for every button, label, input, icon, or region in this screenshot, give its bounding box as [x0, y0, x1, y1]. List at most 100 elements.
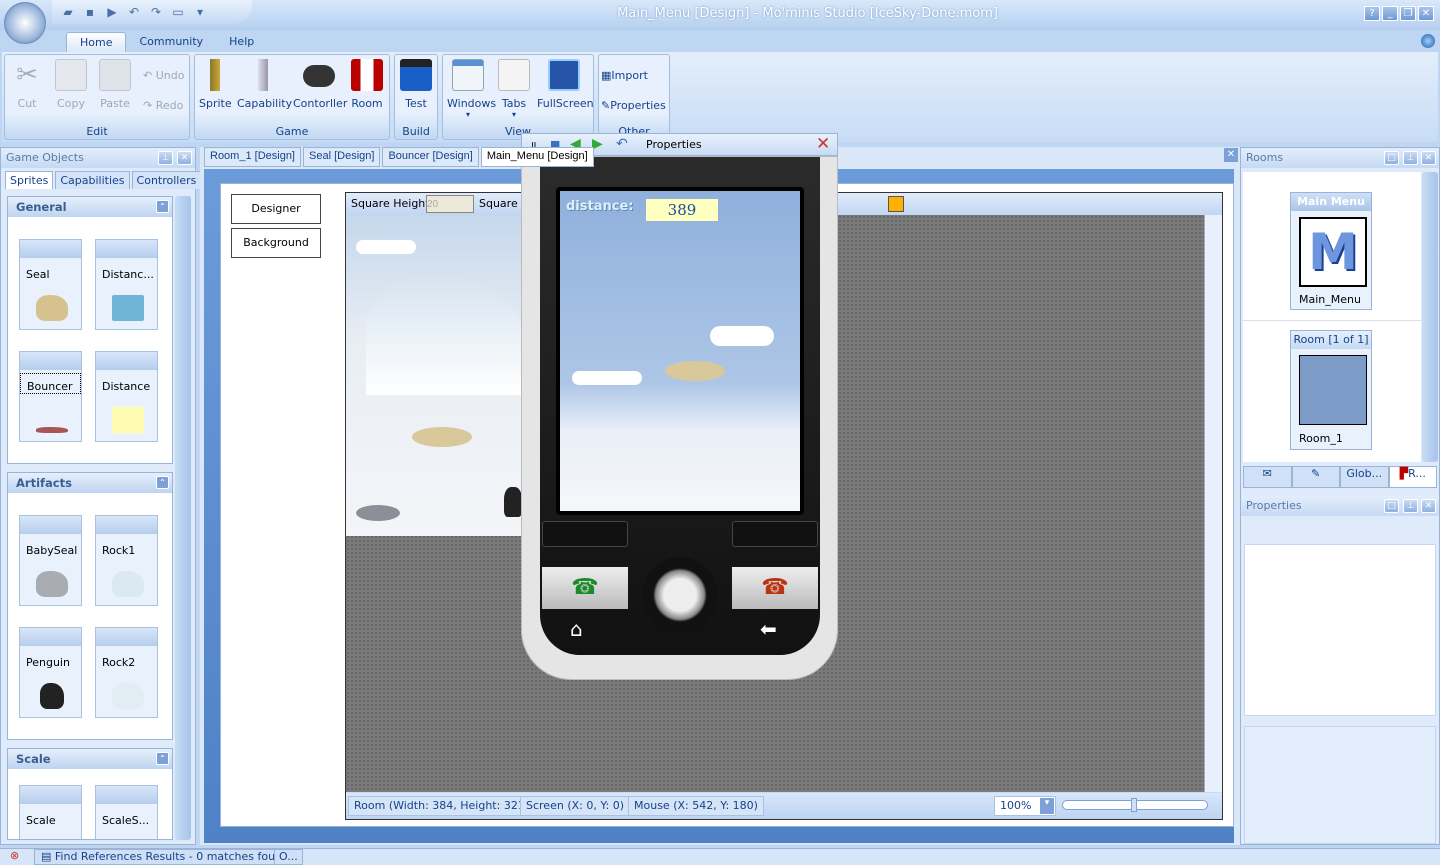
- pin-icon[interactable]: ⊥: [1403, 151, 1418, 165]
- close-panel-icon[interactable]: ✕: [1421, 151, 1436, 165]
- test-clapper-icon[interactable]: ▶: [104, 4, 120, 20]
- globe-icon[interactable]: [1421, 34, 1435, 48]
- right-soft-key[interactable]: [732, 521, 818, 547]
- tab-sounds[interactable]: ✉: [1243, 466, 1292, 488]
- restore-button[interactable]: ❐: [1400, 6, 1416, 21]
- help-window-button[interactable]: ?: [1364, 6, 1380, 21]
- paste-button[interactable]: Paste: [97, 59, 133, 110]
- tabs-button[interactable]: Tabs ▾: [497, 59, 531, 119]
- rooms-scrollbar[interactable]: [1422, 172, 1438, 462]
- pin-icon[interactable]: ⊥: [158, 151, 173, 165]
- tab-sprites[interactable]: Sprites: [5, 171, 54, 189]
- maximize-panel-icon[interactable]: □: [1384, 499, 1399, 513]
- section-header[interactable]: General ⌃: [8, 197, 172, 217]
- output-tab[interactable]: O...: [274, 849, 303, 865]
- minimize-button[interactable]: _: [1382, 6, 1398, 21]
- close-button[interactable]: ✕: [1418, 6, 1434, 21]
- center-dpad-button[interactable]: [642, 557, 718, 633]
- doc-tab-seal[interactable]: Seal [Design]: [303, 147, 381, 167]
- music-icon[interactable]: [888, 196, 904, 212]
- tab-paint[interactable]: ✎: [1291, 466, 1340, 488]
- undo-button[interactable]: ↶ Undo: [143, 69, 184, 82]
- redo-button[interactable]: ↷ Redo: [143, 99, 183, 112]
- controller-button[interactable]: Contorller: [293, 59, 347, 110]
- find-references-tab[interactable]: ▤ Find References Results - 0 matches fo…: [34, 849, 297, 865]
- room-card-room1[interactable]: Room [1 of 1] Room_1: [1290, 330, 1372, 450]
- room-button[interactable]: Room: [351, 59, 383, 110]
- phone-screen[interactable]: distance: 389: [556, 187, 804, 515]
- back-icon[interactable]: ⬅: [760, 617, 777, 641]
- windows-button[interactable]: Windows ▾: [447, 59, 496, 119]
- section-header[interactable]: Artifacts ⌃: [8, 473, 172, 493]
- babyseal-sprite[interactable]: [356, 505, 400, 521]
- import-button[interactable]: ▦Import: [601, 69, 648, 82]
- close-panel-icon[interactable]: ✕: [1421, 499, 1436, 513]
- capability-button[interactable]: Capability: [237, 59, 292, 110]
- properties-button[interactable]: ✎Properties: [601, 99, 666, 112]
- sprite-card-distance[interactable]: Distance: [95, 351, 158, 442]
- save-icon[interactable]: ▪: [82, 4, 98, 20]
- section-header[interactable]: Scale ⌃: [8, 749, 172, 769]
- refresh-icon[interactable]: ↶: [616, 136, 628, 152]
- tab-community[interactable]: Community: [126, 32, 216, 52]
- doc-tab-room1[interactable]: Room_1 [Design]: [204, 147, 301, 167]
- sprite-button[interactable]: Sprite: [199, 59, 232, 110]
- doc-tab-bouncer[interactable]: Bouncer [Design]: [382, 147, 479, 167]
- doc-tab-main-menu[interactable]: Main_Menu [Design]: [480, 147, 594, 167]
- left-soft-key[interactable]: [542, 521, 628, 547]
- customize-qat-icon[interactable]: ▾: [192, 4, 208, 20]
- call-button[interactable]: ☎: [542, 567, 628, 609]
- tab-home[interactable]: Home: [66, 32, 127, 52]
- collapse-icon[interactable]: ⌃: [156, 752, 169, 765]
- test-button[interactable]: Test: [400, 59, 432, 110]
- square-height-input[interactable]: [426, 195, 474, 213]
- error-list-icon[interactable]: ⊗: [10, 849, 19, 862]
- maximize-panel-icon[interactable]: □: [1384, 151, 1399, 165]
- tab-help[interactable]: Help: [216, 32, 267, 52]
- room-card-main-menu[interactable]: Main Menu M Main_Menu: [1290, 192, 1372, 310]
- sprite-card-rock2[interactable]: Rock2: [95, 627, 158, 718]
- undo-icon[interactable]: ↶: [126, 4, 142, 20]
- collapse-icon[interactable]: ⌃: [156, 200, 169, 213]
- sprite-card-penguin[interactable]: Penguin: [19, 627, 82, 718]
- seal-sprite: [665, 361, 725, 381]
- copy-button[interactable]: Copy: [53, 59, 89, 110]
- tab-rooms[interactable]: ▛R...: [1388, 466, 1437, 488]
- close-panel-icon[interactable]: ✕: [177, 151, 192, 165]
- background-button[interactable]: Background: [231, 228, 321, 258]
- home-icon[interactable]: ⌂: [570, 617, 583, 641]
- left-panel-scrollbar[interactable]: [175, 196, 191, 840]
- redo-icon[interactable]: ↷: [148, 4, 164, 20]
- sprite-card-distance-text[interactable]: Distanc...: [95, 239, 158, 330]
- open-folder-icon[interactable]: ▰: [60, 4, 76, 20]
- window-dropdown-icon[interactable]: ▭: [170, 4, 186, 20]
- designer-button[interactable]: Designer: [231, 194, 321, 224]
- close-document-icon[interactable]: ✕: [1224, 148, 1238, 162]
- tab-capabilities[interactable]: Capabilities: [55, 171, 130, 189]
- rock1-sprite-icon: [112, 571, 144, 597]
- sprite-card-rock1[interactable]: Rock1: [95, 515, 158, 606]
- penguin-sprite[interactable]: [504, 487, 522, 517]
- pin-icon[interactable]: ⊥: [1403, 499, 1418, 513]
- app-logo-button[interactable]: [4, 2, 46, 44]
- properties-description: [1244, 726, 1436, 844]
- seal-sprite[interactable]: [412, 427, 472, 447]
- tab-globals[interactable]: Glob...: [1340, 466, 1389, 488]
- close-emulator-icon[interactable]: ✕: [816, 134, 830, 154]
- zoom-slider[interactable]: [1062, 798, 1208, 812]
- sprite-card-babyseal[interactable]: BabySeal: [19, 515, 82, 606]
- end-call-button[interactable]: ☎: [732, 567, 818, 609]
- tab-controllers[interactable]: Controllers: [131, 171, 202, 189]
- sprite-card-scales[interactable]: ScaleS...: [95, 785, 158, 839]
- canvas-vertical-scrollbar[interactable]: [1204, 215, 1222, 792]
- zoom-slider-thumb[interactable]: [1131, 798, 1137, 812]
- cut-button[interactable]: ✂ Cut: [11, 59, 43, 110]
- zoom-select[interactable]: 100% ▾: [994, 796, 1056, 816]
- properties-grid[interactable]: [1244, 544, 1436, 716]
- chevron-down-icon[interactable]: ▾: [1040, 798, 1054, 814]
- sprite-card-bouncer[interactable]: Bouncer: [19, 351, 82, 442]
- fullscreen-button[interactable]: FullScreen: [537, 59, 594, 110]
- sprite-card-seal[interactable]: Seal: [19, 239, 82, 330]
- sprite-card-scale[interactable]: Scale: [19, 785, 82, 839]
- collapse-icon[interactable]: ⌃: [156, 476, 169, 489]
